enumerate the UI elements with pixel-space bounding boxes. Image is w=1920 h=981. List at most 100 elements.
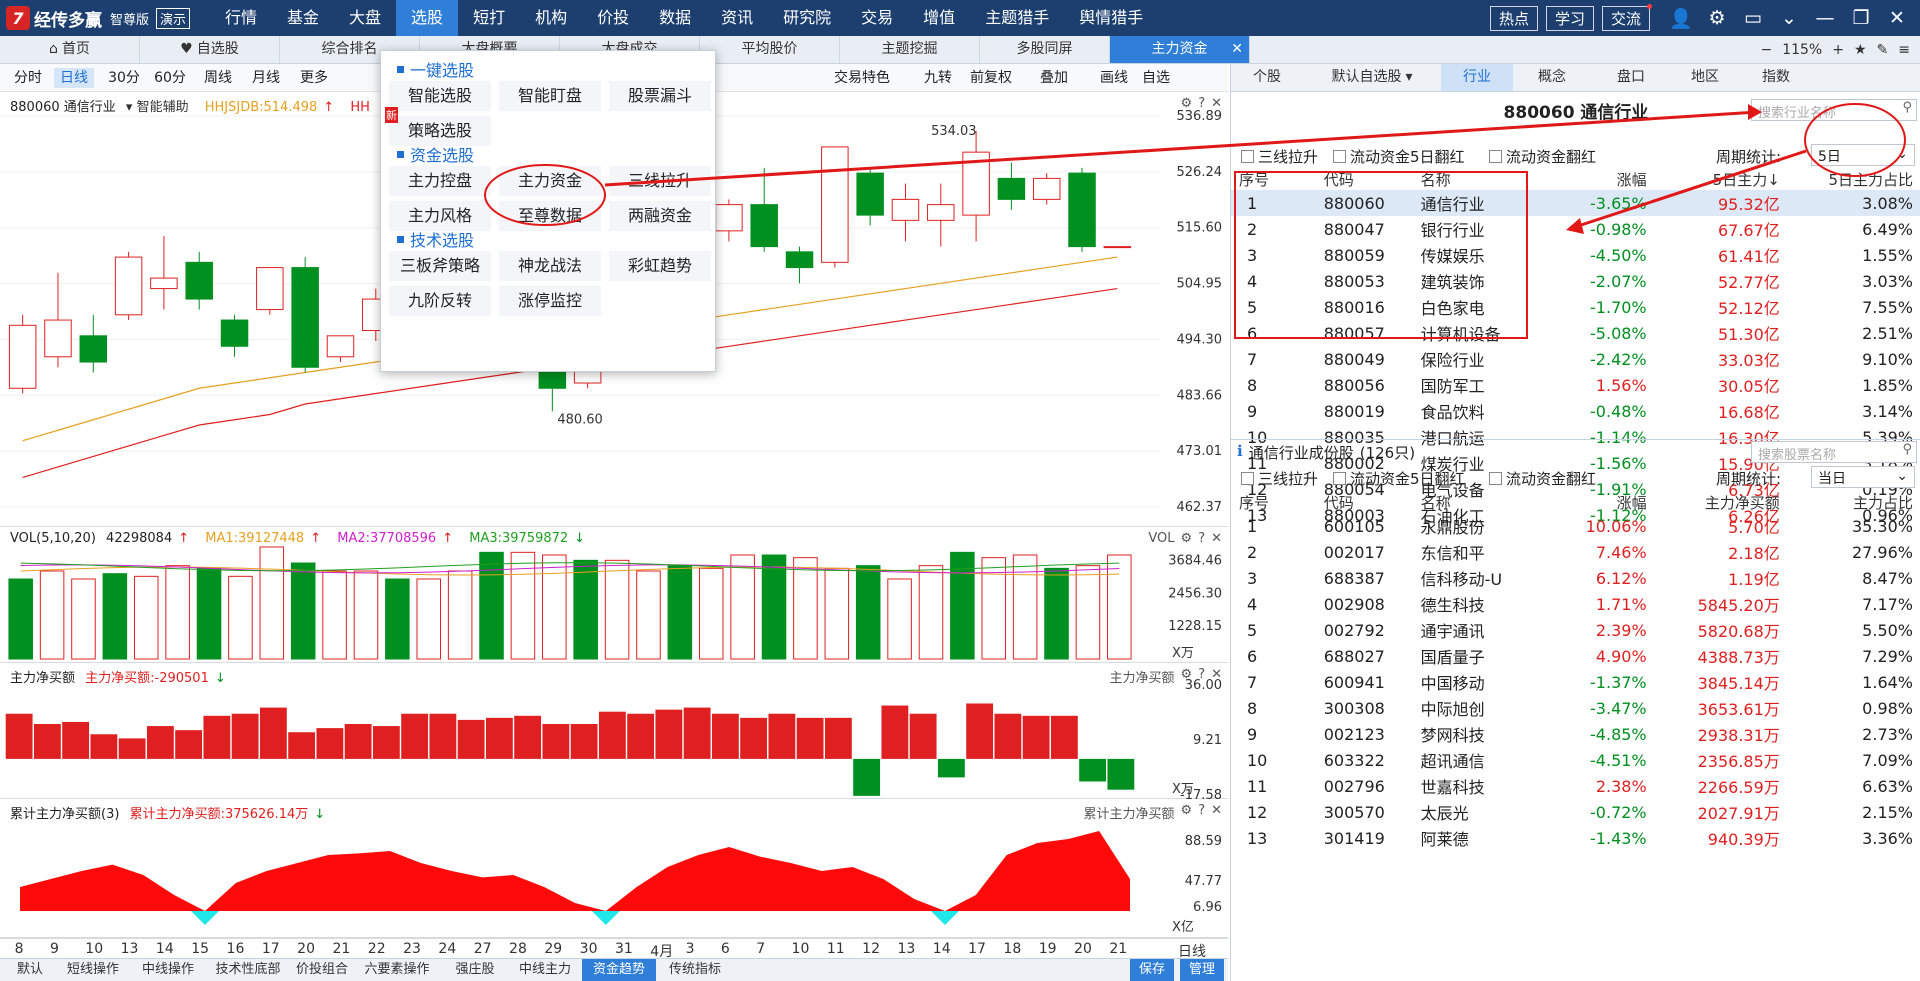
tab-0[interactable]: ⌂ 首页 (0, 36, 140, 63)
bottom-tab-4[interactable]: 价投组合 (292, 959, 352, 981)
close-icon[interactable]: ✕ (1882, 3, 1912, 33)
table-row[interactable]: 4 880053 建筑装饰 -2.07% 52.77亿 3.03% (1231, 268, 1920, 294)
industry-period-select[interactable]: 5日 ⌄ (1811, 144, 1915, 166)
chart-tool-4[interactable]: 画线 (1100, 68, 1128, 88)
candle[interactable] (1068, 172, 1096, 248)
nav-item-10[interactable]: 交易 (846, 0, 908, 36)
bottom-tab-9[interactable]: 传统指标 (660, 959, 730, 981)
dropdown-item[interactable]: 两融资金 (609, 201, 711, 231)
nav-item-3[interactable]: 选股 (396, 0, 459, 36)
save-button[interactable]: 保存 (1130, 959, 1174, 981)
table-row[interactable]: 1 600105 永鼎股份 10.06% 5.70亿 35.30% (1231, 513, 1920, 539)
column-header[interactable]: 名称 (1413, 491, 1558, 513)
nav-item-0[interactable]: 行情 (210, 0, 272, 36)
dropdown-item[interactable]: 主力风格 (389, 201, 491, 231)
candle[interactable] (1103, 246, 1132, 249)
top-button-2[interactable]: 交流 (1601, 3, 1652, 31)
right-tab-3[interactable]: 概念 (1513, 64, 1591, 91)
period-6[interactable]: 更多 (292, 68, 336, 88)
dropdown-item[interactable]: 神龙战法 (499, 251, 601, 281)
column-header[interactable]: 涨幅 (1558, 491, 1655, 513)
minus-icon[interactable]: − (1760, 42, 1772, 58)
checkbox[interactable] (1333, 472, 1346, 485)
candle[interactable] (150, 277, 178, 290)
table-row[interactable]: 6 880057 计算机设备 -5.08% 51.30亿 2.51% (1231, 320, 1920, 346)
nav-item-7[interactable]: 数据 (644, 0, 706, 36)
gear-icon[interactable]: ⚙ (1702, 3, 1732, 33)
industry-check-0[interactable]: 三线拉升 (1241, 146, 1318, 167)
chart-tool-3[interactable]: 叠加 (1040, 68, 1068, 88)
industry-check-1[interactable]: 流动资金5日翻红 (1333, 146, 1465, 167)
dropdown-item[interactable]: 股票漏斗 (609, 81, 711, 111)
candle[interactable] (1032, 177, 1061, 200)
chart-tool-2[interactable]: 前复权 (970, 68, 1012, 88)
chart-tool-1[interactable]: 九转 (924, 68, 952, 88)
table-row[interactable]: 9 002123 梦网科技 -4.85% 2938.31万 2.73% (1231, 721, 1920, 747)
table-row[interactable]: 8 300308 中际旭创 -3.47% 3653.61万 0.98% (1231, 695, 1920, 721)
table-row[interactable]: 13 301419 阿莱德 -1.43% 940.39万 3.36% (1231, 825, 1920, 851)
column-header[interactable]: 主力净买额 (1655, 491, 1788, 513)
dropdown-item[interactable]: 主力资金 (499, 166, 601, 196)
candle[interactable] (44, 319, 72, 358)
tab-8[interactable]: 主力资金 ✕ (1110, 36, 1250, 63)
stock-search-input[interactable]: 搜索股票名称 ⚲ (1751, 441, 1917, 463)
dropdown-item[interactable]: 智能盯盘 (499, 81, 601, 111)
right-tab-1[interactable]: 默认自选股 ▾ (1303, 64, 1441, 91)
demo-badge[interactable]: 演示 (156, 7, 191, 29)
table-row[interactable]: 3 880059 传媒娱乐 -4.50% 61.41亿 1.55% (1231, 242, 1920, 268)
chart-tool-5[interactable]: 自选 (1142, 68, 1170, 88)
candle[interactable] (891, 198, 920, 221)
checkbox[interactable] (1241, 150, 1254, 163)
dropdown-item[interactable]: 九阶反转 (389, 286, 491, 316)
period-4[interactable]: 周线 (198, 68, 238, 88)
table-row[interactable]: 2 002017 东信和平 7.46% 2.18亿 27.96% (1231, 539, 1920, 565)
manage-button[interactable]: 管理 (1180, 959, 1224, 981)
candle[interactable] (997, 177, 1026, 200)
candle[interactable] (856, 172, 884, 216)
table-row[interactable]: 11 002796 世嘉科技 2.38% 2266.59万 6.63% (1231, 773, 1920, 799)
menu-icon[interactable]: ≡ (1898, 42, 1910, 58)
candle[interactable] (927, 204, 955, 221)
nav-item-2[interactable]: 大盘 (334, 0, 396, 36)
bottom-tab-3[interactable]: 技术性底部 (208, 959, 288, 981)
components-check-0[interactable]: 三线拉升 (1241, 468, 1318, 489)
candle[interactable] (750, 204, 778, 248)
nav-item-5[interactable]: 机构 (520, 0, 582, 36)
industry-search-input[interactable]: 搜索行业名称 ⚲ (1751, 99, 1917, 121)
bottom-tab-6[interactable]: 强庄股 (442, 959, 508, 981)
nav-item-9[interactable]: 研究院 (768, 0, 846, 36)
right-tab-5[interactable]: 地区 (1671, 64, 1739, 91)
dropdown-item[interactable]: 策略选股 (389, 116, 491, 146)
checkbox[interactable] (1241, 472, 1254, 485)
table-row[interactable]: 7 880049 保险行业 -2.42% 33.03亿 9.10% (1231, 346, 1920, 372)
chart-tool-0[interactable]: 交易特色 (834, 68, 890, 88)
column-header[interactable]: 代码 (1316, 168, 1413, 190)
window-layout-icon[interactable]: ▭ (1738, 3, 1768, 33)
candle[interactable] (715, 204, 743, 232)
period-5[interactable]: 月线 (246, 68, 286, 88)
tab-1[interactable]: ♥ 自选股 (140, 36, 280, 63)
right-tab-0[interactable]: 个股 (1231, 64, 1303, 91)
table-row[interactable]: 8 880056 国防军工 1.56% 30.05亿 1.85% (1231, 372, 1920, 398)
table-row[interactable]: 3 688387 信科移动-U 6.12% 1.19亿 8.47% (1231, 565, 1920, 591)
candle[interactable] (220, 319, 249, 347)
candle[interactable] (256, 267, 284, 311)
bottom-tab-0[interactable]: 默认 (8, 959, 52, 981)
dropdown-item[interactable]: 彩虹趋势 (609, 251, 711, 281)
candle[interactable] (79, 335, 108, 363)
chevron-down-icon[interactable]: ⌄ (1774, 3, 1804, 33)
tab-6[interactable]: 主题挖掘 (840, 36, 980, 63)
top-button-0[interactable]: 热点 (1489, 5, 1538, 31)
column-header[interactable]: 5日主力占比 (1788, 168, 1920, 190)
table-row[interactable]: 5 880016 白色家电 -1.70% 52.12亿 7.55% (1231, 294, 1920, 320)
dropdown-item[interactable]: 智能选股 (389, 81, 491, 111)
star-icon[interactable]: ★ (1854, 42, 1867, 58)
checkbox[interactable] (1333, 150, 1346, 163)
column-header[interactable]: 序号 (1231, 491, 1316, 513)
nav-item-13[interactable]: 舆情猎手 (1064, 0, 1158, 36)
industry-check-2[interactable]: 流动资金翻红 (1489, 146, 1596, 167)
right-tab-6[interactable]: 指数 (1739, 64, 1813, 91)
pen-icon[interactable]: ✎ (1877, 42, 1889, 58)
table-row[interactable]: 6 688027 国盾量子 4.90% 4388.73万 7.29% (1231, 643, 1920, 669)
column-header[interactable]: 名称 (1413, 168, 1558, 190)
